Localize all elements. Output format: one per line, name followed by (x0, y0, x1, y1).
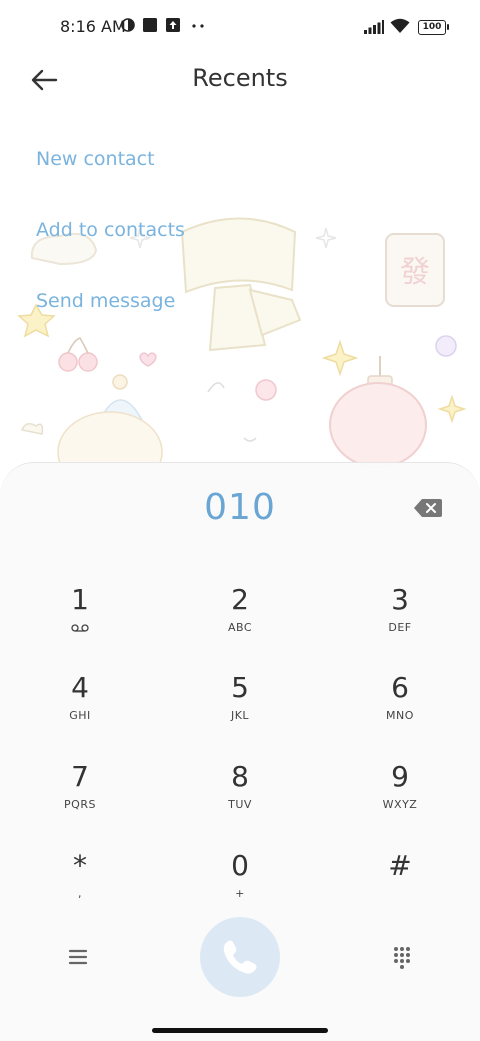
key-digit: # (388, 849, 412, 882)
key-letters: ABC (227, 621, 253, 634)
mahjong-tile-doodle: 發 (385, 233, 445, 307)
page-title: Recents (192, 64, 288, 92)
key-digit: 8 (231, 760, 249, 793)
menu-icon[interactable] (62, 941, 94, 973)
cellular-signal-icon (364, 20, 384, 34)
dialpad-grid-icon[interactable] (386, 941, 418, 973)
key-letters: JKL (230, 709, 250, 722)
key-letters: GHI (69, 709, 91, 722)
cherries-doodle (58, 337, 98, 372)
key-1[interactable]: 1 (20, 583, 140, 655)
status-time: 8:16 AM (60, 17, 126, 36)
key-4[interactable]: 4 GHI (20, 671, 140, 743)
key-3[interactable]: 3 DEF (340, 583, 460, 655)
key-7[interactable]: 7 PQRS (20, 760, 140, 832)
upload-icon (166, 18, 180, 32)
more-dots-icon (192, 24, 204, 28)
key-digit: 9 (391, 760, 409, 793)
send-message-link[interactable]: Send message (36, 290, 175, 312)
key-digit: 7 (71, 760, 89, 793)
new-contact-link[interactable]: New contact (36, 148, 155, 170)
key-2[interactable]: 2 ABC (180, 583, 300, 655)
key-letters: PQRS (64, 798, 96, 811)
wifi-icon (390, 18, 410, 33)
svg-text:發: 發 (400, 255, 430, 290)
key-digit: 0 (231, 849, 249, 882)
backspace-icon[interactable] (414, 499, 442, 517)
key-digit: 2 (231, 583, 249, 616)
key-digit: 4 (71, 671, 89, 704)
key-8[interactable]: 8 TUV (180, 760, 300, 832)
dialpad-panel: 010 1 2 ABC 3 DEF 4 GHI 5 JKL 6 MNO 7 PQ… (0, 462, 480, 1041)
key-5[interactable]: 5 JKL (180, 671, 300, 743)
key-digit: 6 (391, 671, 409, 704)
key-letters: WXYZ (382, 798, 418, 811)
scarf-doodle (180, 217, 302, 352)
phone-icon (223, 940, 257, 974)
lantern-doodle (329, 356, 427, 468)
call-button[interactable] (200, 917, 280, 997)
key-digit: 1 (71, 583, 89, 616)
key-letters: TUV (228, 798, 252, 811)
key-0[interactable]: 0 + (180, 849, 300, 921)
key-letters: + (235, 887, 245, 900)
key-star[interactable]: * , (20, 849, 140, 921)
voicemail-icon (71, 624, 89, 632)
key-letters: DEF (388, 621, 412, 634)
key-9[interactable]: 9 WXYZ (340, 760, 460, 832)
battery-icon: 100 (418, 20, 449, 35)
key-digit: 5 (231, 671, 249, 704)
home-indicator[interactable] (152, 1028, 328, 1033)
key-digit: 3 (391, 583, 409, 616)
key-hash[interactable]: # (340, 849, 460, 921)
stop-square-icon (143, 18, 157, 32)
moon-half-icon (121, 18, 135, 32)
key-6[interactable]: 6 MNO (340, 671, 460, 743)
status-bar: 8:16 AM 100 (0, 0, 480, 56)
key-letters: , (78, 887, 82, 900)
key-digit: * (73, 849, 87, 882)
key-letters: MNO (386, 709, 414, 722)
add-to-contacts-link[interactable]: Add to contacts (36, 219, 185, 241)
dialed-number[interactable]: 010 (0, 487, 480, 528)
